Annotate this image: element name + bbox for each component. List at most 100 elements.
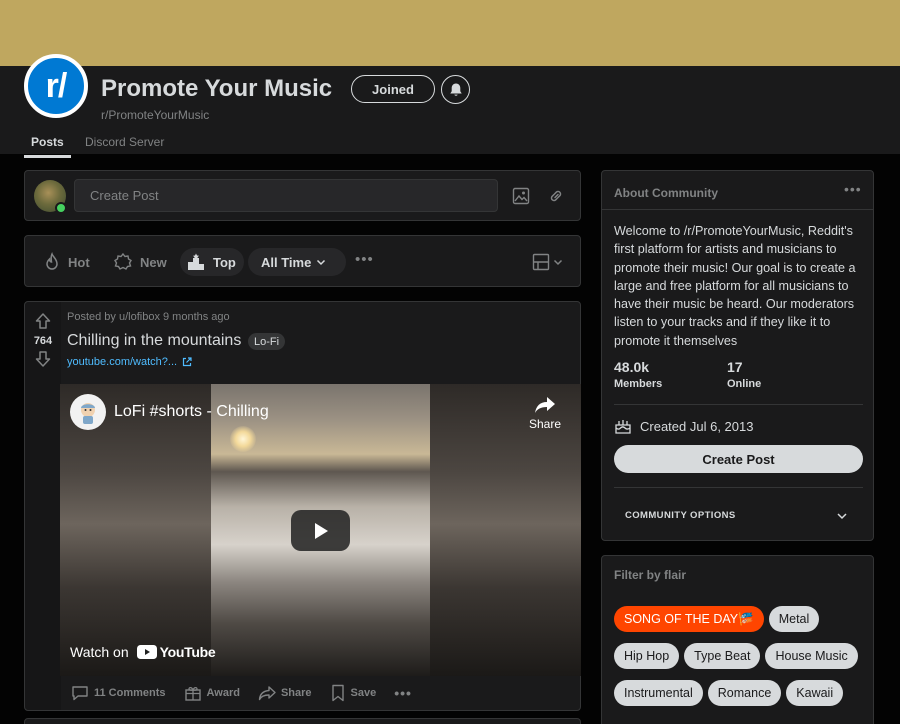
video-title: LoFi #shorts - Chilling bbox=[114, 403, 269, 420]
flair-tag-list: SONG OF THE DAY🎏 Metal Hip Hop Type Beat… bbox=[614, 606, 870, 706]
post-link-text: youtube.com/watch?... bbox=[67, 356, 178, 368]
share-label: Share bbox=[280, 687, 312, 699]
save-label: Save bbox=[350, 687, 377, 699]
divider bbox=[614, 487, 863, 488]
bookmark-icon bbox=[331, 684, 344, 702]
created-date: Created Jul 6, 2013 bbox=[614, 418, 753, 434]
flame-icon bbox=[46, 252, 58, 270]
sparkle-badge-icon bbox=[114, 252, 132, 270]
about-community-card: About Community ••• Welcome to /r/Promot… bbox=[601, 170, 874, 541]
flair-tag[interactable]: Kawaii bbox=[786, 680, 844, 706]
link-icon[interactable] bbox=[547, 187, 565, 210]
time-range-label: All Time bbox=[261, 254, 312, 270]
sort-top-label: Top bbox=[213, 254, 236, 270]
share-arrow-icon bbox=[535, 397, 555, 413]
sort-top[interactable]: Top bbox=[180, 248, 244, 276]
gift-icon bbox=[184, 686, 201, 701]
post-flair[interactable]: Lo-Fi bbox=[248, 333, 286, 350]
post-title[interactable]: Chilling in the mountains bbox=[67, 332, 241, 350]
create-post-button[interactable]: Create Post bbox=[614, 445, 863, 473]
online-count: 17 bbox=[727, 359, 743, 375]
created-label: Created Jul 6, 2013 bbox=[640, 418, 754, 434]
tab-posts[interactable]: Posts bbox=[24, 135, 71, 158]
flair-tag[interactable]: Instrumental bbox=[614, 680, 703, 706]
upvote-icon[interactable] bbox=[34, 312, 52, 335]
award-label: Award bbox=[206, 687, 240, 699]
create-post-input[interactable]: Create Post bbox=[74, 179, 498, 212]
online-status-dot bbox=[55, 202, 67, 214]
sort-hot-label: Hot bbox=[68, 254, 90, 270]
award-button[interactable]: Award bbox=[184, 684, 240, 702]
cake-icon bbox=[615, 420, 631, 434]
chevron-down-icon bbox=[553, 259, 563, 266]
flair-tag[interactable]: Metal bbox=[768, 606, 820, 632]
flair-tag[interactable]: Type Beat bbox=[684, 643, 761, 669]
comment-icon bbox=[72, 686, 88, 701]
divider bbox=[614, 404, 863, 405]
flair-tag[interactable]: Hip Hop bbox=[614, 643, 680, 669]
watch-on-youtube[interactable]: Watch on YouTube bbox=[70, 644, 216, 660]
subreddit-title: Promote Your Music bbox=[101, 75, 333, 102]
sort-new[interactable]: New bbox=[113, 248, 167, 276]
bell-icon bbox=[449, 83, 462, 96]
tab-discord-server[interactable]: Discord Server bbox=[85, 135, 164, 149]
view-mode-toggle[interactable] bbox=[532, 253, 563, 271]
online-label: Online bbox=[727, 378, 762, 390]
post-meta: Posted by u/lofibox 9 months ago bbox=[67, 311, 230, 323]
share-icon bbox=[258, 686, 276, 701]
image-upload-icon[interactable] bbox=[512, 187, 530, 210]
sort-hot[interactable]: Hot bbox=[43, 248, 90, 276]
flair-filter-heading: Filter by flair bbox=[614, 568, 687, 582]
subreddit-icon: r/ bbox=[24, 54, 88, 118]
more-options-icon[interactable]: ••• bbox=[355, 251, 374, 268]
next-post-card[interactable] bbox=[24, 718, 581, 724]
watch-on-label: Watch on bbox=[70, 644, 129, 660]
community-options[interactable]: COMMUNITY OPTIONS bbox=[625, 510, 736, 521]
video-share-button[interactable]: Share bbox=[525, 396, 565, 431]
create-post-card: Create Post bbox=[24, 170, 581, 221]
members-label: Members bbox=[614, 378, 663, 390]
video-share-label: Share bbox=[528, 417, 562, 431]
notification-button[interactable] bbox=[441, 75, 470, 104]
flair-tag[interactable]: SONG OF THE DAY🎏 bbox=[614, 606, 764, 632]
channel-avatar[interactable] bbox=[70, 394, 106, 430]
comments-button[interactable]: 11 Comments bbox=[71, 684, 166, 702]
community-description: Welcome to /r/PromoteYourMusic, Reddit's… bbox=[614, 224, 856, 348]
podium-icon bbox=[188, 253, 204, 270]
lofi-character-icon bbox=[81, 403, 95, 424]
vote-column: 764 bbox=[25, 302, 61, 710]
members-count: 48.0k bbox=[614, 359, 650, 375]
time-range-dropdown[interactable]: All Time bbox=[248, 248, 347, 276]
youtube-logo: YouTube bbox=[136, 644, 216, 660]
save-button[interactable]: Save bbox=[330, 684, 377, 702]
subreddit-banner bbox=[0, 0, 900, 66]
chevron-down-icon bbox=[317, 259, 326, 266]
chevron-down-icon[interactable] bbox=[836, 509, 848, 527]
youtube-play-icon bbox=[136, 645, 157, 659]
sort-bar: Hot New Top All Time ••• bbox=[24, 235, 581, 287]
post-more-icon[interactable]: ••• bbox=[394, 685, 412, 701]
comments-label: 11 Comments bbox=[94, 687, 166, 699]
flair-tag[interactable]: House Music bbox=[765, 643, 858, 669]
about-more-icon[interactable]: ••• bbox=[844, 181, 862, 197]
joined-button[interactable]: Joined bbox=[351, 75, 435, 103]
post-link[interactable]: youtube.com/watch?... bbox=[67, 356, 192, 368]
share-button[interactable]: Share bbox=[258, 684, 312, 702]
flair-tag[interactable]: Romance bbox=[707, 680, 782, 706]
downvote-icon[interactable] bbox=[34, 350, 52, 373]
about-heading: About Community bbox=[614, 186, 718, 200]
members-stat: 48.0k Members bbox=[614, 359, 662, 390]
external-link-icon bbox=[182, 357, 192, 367]
sort-new-label: New bbox=[140, 254, 167, 270]
sun-glow bbox=[230, 426, 256, 452]
play-button[interactable] bbox=[291, 510, 350, 551]
card-view-icon bbox=[532, 253, 550, 271]
filter-by-flair-card: Filter by flair SONG OF THE DAY🎏 Metal H… bbox=[601, 555, 874, 724]
divider bbox=[602, 209, 873, 210]
youtube-wordmark: YouTube bbox=[159, 644, 216, 660]
post-card[interactable]: 764 Posted by u/lofibox 9 months ago Chi… bbox=[24, 301, 581, 711]
vote-count: 764 bbox=[33, 335, 53, 347]
play-icon bbox=[314, 522, 328, 539]
video-embed[interactable]: LoFi #shorts - Chilling Share Watch on Y… bbox=[60, 384, 581, 676]
online-stat: 17 Online bbox=[727, 359, 761, 390]
